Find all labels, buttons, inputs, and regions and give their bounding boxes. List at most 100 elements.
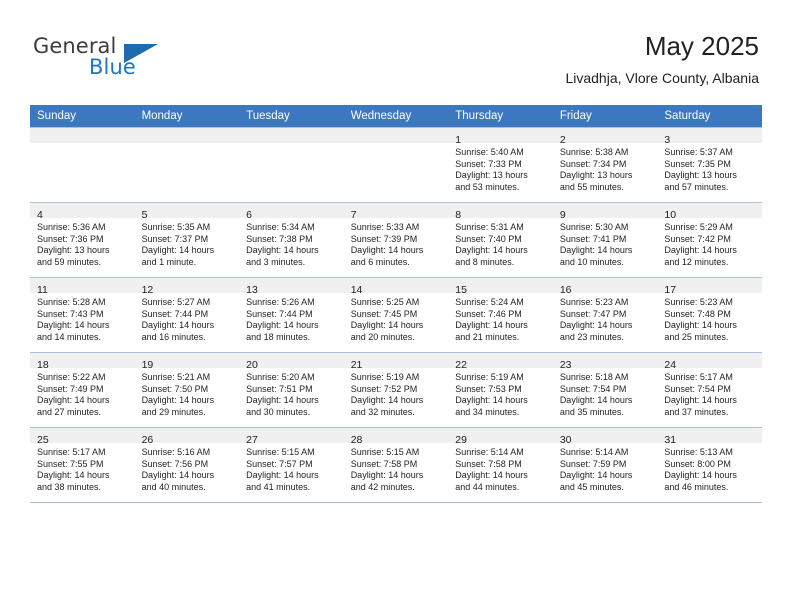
calendar-day-cell[interactable]: 8 Sunrise: 5:31 AM Sunset: 7:40 PM Daylight…	[448, 202, 553, 278]
calendar-day-cell[interactable]: 11 Sunrise: 5:28 AM Sunset: 7:43 PM Dayligh…	[30, 277, 135, 353]
daylight-text-line2: and 8 minutes.	[455, 256, 515, 267]
day-number: 11	[37, 284, 48, 296]
sunset-text: Sunset: 7:54 PM	[559, 383, 627, 394]
day-number-bar: 28	[343, 428, 449, 446]
general-blue-logo[interactable]: General Blue	[33, 34, 213, 84]
day-number: 19	[141, 359, 154, 371]
daylight-text-line2: and 1 minute.	[141, 256, 197, 267]
day-details: Sunrise: 5:33 AM Sunset: 7:39 PM Daylight:…	[344, 218, 449, 268]
sunset-text: Sunset: 7:55 PM	[37, 458, 104, 469]
calendar-day-cell[interactable]: 28 Sunrise: 5:15 AM Sunset: 7:58 PM Dayligh…	[343, 427, 449, 503]
calendar-day-cell[interactable]: 17 Sunrise: 5:23 AM Sunset: 7:48 PM Dayligh…	[657, 277, 762, 353]
day-number-bar	[30, 128, 135, 143]
day-details: Sunrise: 5:14 AM Sunset: 7:59 PM Daylight:…	[553, 443, 658, 493]
sunset-text: Sunset: 7:41 PM	[559, 233, 627, 244]
daylight-text-line2: and 35 minutes.	[559, 406, 624, 417]
calendar-day-cell[interactable]: 25 Sunrise: 5:17 AM Sunset: 7:55 PM Dayligh…	[30, 427, 135, 503]
calendar-day-cell[interactable]: 22 Sunrise: 5:19 AM Sunset: 7:53 PM Dayligh…	[448, 352, 553, 428]
sunset-text: Sunset: 7:39 PM	[350, 233, 418, 244]
sunrise-text: Sunrise: 5:14 AM	[559, 447, 629, 457]
calendar-day-cell[interactable]: 23 Sunrise: 5:18 AM Sunset: 7:54 PM Dayligh…	[552, 352, 658, 428]
calendar-day-cell[interactable]: 21 Sunrise: 5:19 AM Sunset: 7:52 PM Dayligh…	[343, 352, 449, 428]
daylight-text-line1: Daylight: 14 hours	[246, 245, 319, 256]
sunrise-text: Sunrise: 5:37 AM	[664, 147, 733, 157]
calendar-day-cell[interactable]: 26 Sunrise: 5:16 AM Sunset: 7:56 PM Dayligh…	[134, 427, 240, 503]
daylight-text-line2: and 40 minutes.	[141, 481, 206, 492]
calendar-day-cell[interactable]: 3 Sunrise: 5:37 AM Sunset: 7:35 PM Daylight…	[657, 127, 762, 203]
day-number-bar: 17	[657, 278, 762, 296]
daylight-text-line2: and 12 minutes.	[664, 256, 729, 267]
calendar-day-cell[interactable]: 16 Sunrise: 5:23 AM Sunset: 7:47 PM Dayligh…	[552, 277, 658, 353]
day-number-bar: 7	[343, 203, 449, 221]
calendar-day-cell[interactable]: 9 Sunrise: 5:30 AM Sunset: 7:41 PM Daylight…	[552, 202, 658, 278]
daylight-text-line2: and 18 minutes.	[246, 331, 311, 342]
daylight-text-line2: and 53 minutes.	[455, 181, 520, 192]
calendar-day-cell[interactable]: 27 Sunrise: 5:15 AM Sunset: 7:57 PM Dayligh…	[239, 427, 344, 503]
daylight-text-line1: Daylight: 14 hours	[37, 320, 110, 331]
day-number-bar: 30	[552, 428, 658, 446]
calendar-day-cell[interactable]: 13 Sunrise: 5:26 AM Sunset: 7:44 PM Dayligh…	[239, 277, 344, 353]
calendar-day-cell[interactable]: 6 Sunrise: 5:34 AM Sunset: 7:38 PM Daylight…	[239, 202, 344, 278]
calendar-day-cell[interactable]: 19 Sunrise: 5:21 AM Sunset: 7:50 PM Dayligh…	[134, 352, 240, 428]
sunset-text: Sunset: 7:35 PM	[664, 158, 731, 169]
daylight-text-line1: Daylight: 14 hours	[246, 470, 319, 481]
daylight-text-line1: Daylight: 14 hours	[455, 245, 528, 256]
calendar-day-cell[interactable]: 18 Sunrise: 5:22 AM Sunset: 7:49 PM Dayligh…	[30, 352, 135, 428]
day-number: 31	[664, 434, 677, 446]
calendar-day-cell[interactable]: 24 Sunrise: 5:17 AM Sunset: 7:54 PM Dayligh…	[657, 352, 762, 428]
daylight-text-line1: Daylight: 14 hours	[141, 470, 215, 481]
day-number: 9	[559, 209, 566, 221]
day-number: 12	[141, 284, 154, 296]
day-number-bar: 22	[448, 353, 553, 371]
logo-text-blue: Blue	[89, 55, 136, 79]
day-number: 15	[455, 284, 467, 296]
day-details: Sunrise: 5:18 AM Sunset: 7:54 PM Daylight:…	[553, 368, 658, 418]
daylight-text-line2: and 55 minutes.	[559, 181, 624, 192]
calendar-day-cell[interactable]: 15 Sunrise: 5:24 AM Sunset: 7:46 PM Dayligh…	[448, 277, 553, 353]
day-number-bar: 19	[134, 353, 240, 371]
day-details: Sunrise: 5:34 AM Sunset: 7:38 PM Daylight:…	[239, 218, 344, 268]
calendar-day-cell[interactable]: 31 Sunrise: 5:13 AM Sunset: 8:00 PM Dayligh…	[657, 427, 762, 503]
daylight-text-line2: and 27 minutes.	[37, 406, 102, 417]
daylight-text-line2: and 6 minutes.	[350, 256, 410, 267]
daylight-text-line1: Daylight: 14 hours	[455, 320, 528, 331]
daylight-text-line1: Daylight: 14 hours	[350, 470, 424, 481]
calendar-day-cell[interactable]: 7 Sunrise: 5:33 AM Sunset: 7:39 PM Daylight…	[343, 202, 449, 278]
sunrise-text: Sunrise: 5:23 AM	[559, 297, 629, 307]
calendar-day-cell[interactable]: 1 Sunrise: 5:40 AM Sunset: 7:33 PM Daylight…	[448, 127, 553, 203]
calendar-day-cell[interactable]: 12 Sunrise: 5:27 AM Sunset: 7:44 PM Dayligh…	[134, 277, 240, 353]
calendar-day-cell[interactable]: 5 Sunrise: 5:35 AM Sunset: 7:37 PM Daylight…	[134, 202, 240, 278]
calendar-day-cell[interactable]: 30 Sunrise: 5:14 AM Sunset: 7:59 PM Dayligh…	[552, 427, 658, 503]
sunset-text: Sunset: 7:42 PM	[664, 233, 731, 244]
sunset-text: Sunset: 7:43 PM	[37, 308, 104, 319]
day-details: Sunrise: 5:17 AM Sunset: 7:55 PM Daylight:…	[30, 443, 135, 493]
daylight-text-line1: Daylight: 14 hours	[664, 245, 737, 256]
calendar-day-cell[interactable]: 4 Sunrise: 5:36 AM Sunset: 7:36 PM Daylight…	[30, 202, 135, 278]
sunrise-text: Sunrise: 5:22 AM	[37, 372, 106, 382]
calendar-day-cell[interactable]: 10 Sunrise: 5:29 AM Sunset: 7:42 PM Dayligh…	[657, 202, 762, 278]
sunrise-text: Sunrise: 5:15 AM	[246, 447, 315, 457]
sunrise-text: Sunrise: 5:17 AM	[37, 447, 106, 457]
calendar-day-cell[interactable]: 2 Sunrise: 5:38 AM Sunset: 7:34 PM Daylight…	[552, 127, 658, 203]
sunset-text: Sunset: 7:37 PM	[141, 233, 209, 244]
sunrise-text: Sunrise: 5:16 AM	[141, 447, 211, 457]
weekday-header-sunday: Sunday	[30, 105, 135, 128]
day-number-bar: 23	[552, 353, 658, 371]
sunset-text: Sunset: 7:46 PM	[455, 308, 522, 319]
sunrise-text: Sunrise: 5:36 AM	[37, 222, 106, 232]
calendar-day-cell[interactable]: 29 Sunrise: 5:14 AM Sunset: 7:58 PM Dayligh…	[448, 427, 553, 503]
daylight-text-line2: and 14 minutes.	[37, 331, 102, 342]
daylight-text-line2: and 41 minutes.	[246, 481, 311, 492]
calendar-page: General Blue May 2025 Livadhja, Vlore Co…	[0, 0, 792, 612]
daylight-text-line2: and 34 minutes.	[455, 406, 520, 417]
calendar-day-cell[interactable]: 14 Sunrise: 5:25 AM Sunset: 7:45 PM Dayligh…	[343, 277, 449, 353]
calendar-day-cell[interactable]: 20 Sunrise: 5:20 AM Sunset: 7:51 PM Dayligh…	[239, 352, 344, 428]
daylight-text-line1: Daylight: 14 hours	[559, 470, 633, 481]
sunrise-text: Sunrise: 5:38 AM	[559, 147, 629, 157]
day-number-bar: 31	[657, 428, 762, 446]
day-details: Sunrise: 5:29 AM Sunset: 7:42 PM Daylight:…	[657, 218, 762, 268]
calendar-cell-empty	[239, 127, 344, 203]
calendar-week-row: 11 Sunrise: 5:28 AM Sunset: 7:43 PM Dayligh…	[30, 277, 762, 353]
day-number-bar: 15	[448, 278, 553, 296]
daylight-text-line1: Daylight: 14 hours	[664, 320, 737, 331]
